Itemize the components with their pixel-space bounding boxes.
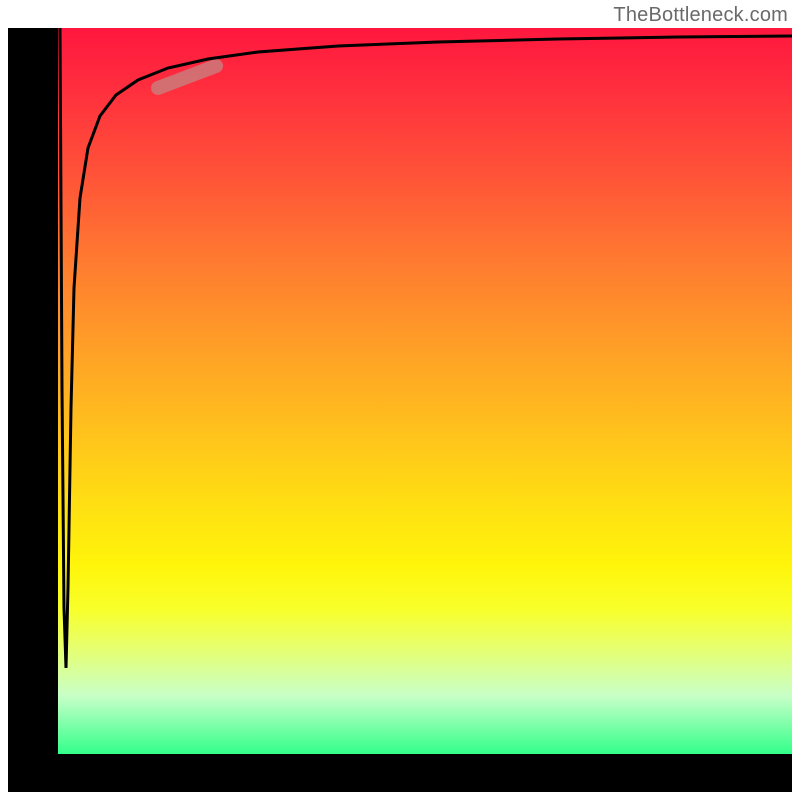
plot-area <box>58 28 792 754</box>
chart-frame <box>8 28 792 792</box>
curve-svg <box>58 28 792 754</box>
bottleneck-curve <box>60 28 792 668</box>
watermark-text: TheBottleneck.com <box>613 4 788 27</box>
